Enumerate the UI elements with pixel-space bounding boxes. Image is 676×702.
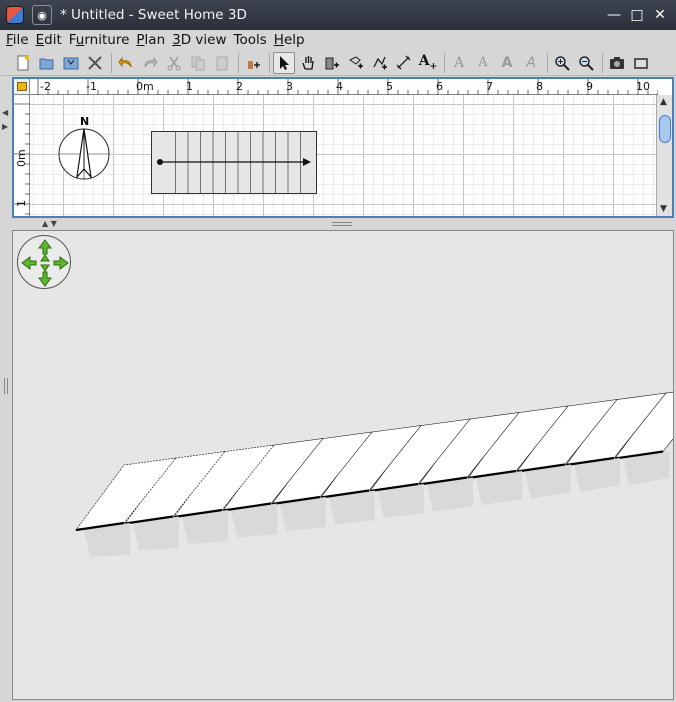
- toolbar-separator: [444, 52, 445, 73]
- ruler-label: 1: [15, 200, 28, 207]
- menu-tools[interactable]: Tools: [234, 32, 267, 48]
- pan-icon[interactable]: [297, 52, 319, 74]
- left-pane-collapse[interactable]: ◀ ▶: [2, 106, 8, 134]
- menu-file[interactable]: File: [6, 32, 29, 48]
- toolbar-separator: [238, 52, 239, 73]
- 3d-view[interactable]: [12, 230, 674, 700]
- menu-plan[interactable]: Plan: [136, 32, 165, 48]
- ruler-label: -1: [86, 80, 97, 93]
- cut-icon[interactable]: [163, 52, 185, 74]
- redo-icon[interactable]: [139, 52, 161, 74]
- window-title: * Untitled - Sweet Home 3D: [60, 7, 247, 23]
- ruler-label: 9: [586, 80, 593, 93]
- window-menu-icon[interactable]: ◉: [32, 5, 52, 25]
- ruler-label: 7: [486, 80, 493, 93]
- toolbar-separator: [602, 52, 603, 73]
- plan-view[interactable]: -2 -1 0m 1 2 3 4 5 6 7 8 9 10 0m 1 N ▲ ▼: [12, 77, 674, 218]
- open-icon[interactable]: [36, 52, 58, 74]
- title-bar: ◉ * Untitled - Sweet Home 3D — □ ✕: [0, 0, 676, 30]
- copy-icon[interactable]: [187, 52, 209, 74]
- plan-lock-button[interactable]: [14, 79, 30, 95]
- close-icon[interactable]: ✕: [650, 5, 670, 25]
- scroll-up-arrow[interactable]: ▲: [660, 97, 667, 107]
- zoom-out-icon[interactable]: [575, 52, 597, 74]
- select-icon[interactable]: [273, 51, 295, 74]
- menu-furniture[interactable]: Furniture: [69, 32, 130, 48]
- toolbar-separator: [111, 52, 112, 73]
- ruler-label: 2: [236, 80, 243, 93]
- undo-icon[interactable]: [115, 52, 137, 74]
- ruler-label: 1: [186, 80, 193, 93]
- ruler-label: 10: [636, 80, 650, 93]
- compass-rose[interactable]: N: [54, 115, 118, 185]
- scroll-down-arrow[interactable]: ▼: [660, 204, 667, 214]
- create-video-icon[interactable]: [630, 52, 652, 74]
- menu-bar: File Edit Furniture Plan 3D view Tools H…: [0, 30, 676, 49]
- add-furniture-icon[interactable]: [242, 52, 264, 74]
- ruler-label: -2: [40, 80, 51, 93]
- menu-help[interactable]: Help: [274, 32, 305, 48]
- ruler-label: 0m: [136, 80, 154, 93]
- create-polylines-icon[interactable]: [369, 52, 391, 74]
- menu-edit[interactable]: Edit: [36, 32, 62, 48]
- splitter-grip[interactable]: [332, 222, 352, 226]
- increase-text-icon[interactable]: A: [448, 52, 470, 74]
- toolbar-separator: [547, 52, 548, 73]
- save-icon[interactable]: [60, 52, 82, 74]
- horizontal-ruler: -2 -1 0m 1 2 3 4 5 6 7 8 9 10: [30, 79, 658, 95]
- minimize-icon[interactable]: —: [604, 5, 624, 25]
- vertical-ruler: 0m 1: [14, 95, 30, 216]
- paste-icon[interactable]: [211, 52, 233, 74]
- staircase-3d-render: [75, 391, 673, 557]
- create-dimensions-icon[interactable]: [393, 52, 415, 74]
- ruler-label: 0m: [15, 149, 28, 167]
- italic-text-icon[interactable]: A: [520, 52, 542, 74]
- toolbar: A+ A A A A: [0, 50, 676, 76]
- splitter-collapse-arrows[interactable]: ▲ ▼: [42, 219, 57, 228]
- horizontal-ruler-ticks: [37, 79, 658, 95]
- horizontal-splitter[interactable]: ▲ ▼: [12, 219, 674, 229]
- plan-grid[interactable]: N: [30, 95, 658, 216]
- zoom-in-icon[interactable]: [551, 52, 573, 74]
- bold-text-icon[interactable]: A: [496, 52, 518, 74]
- preferences-icon[interactable]: [84, 52, 106, 74]
- lock-icon: [17, 82, 27, 91]
- staircase-plan[interactable]: [151, 131, 319, 195]
- new-home-icon[interactable]: [12, 52, 34, 74]
- create-rooms-icon[interactable]: [345, 52, 367, 74]
- ruler-label: 4: [336, 80, 343, 93]
- ruler-label: 8: [536, 80, 543, 93]
- left-splitter-grip[interactable]: [4, 378, 8, 394]
- create-photo-icon[interactable]: [606, 52, 628, 74]
- toolbar-separator: [269, 52, 270, 73]
- sweet-home-3d-logo-icon: [6, 6, 24, 24]
- plan-vertical-scrollbar[interactable]: ▲ ▼: [656, 95, 672, 216]
- ruler-label: 3: [286, 80, 293, 93]
- add-text-icon[interactable]: A+: [417, 52, 439, 74]
- ruler-label: 6: [436, 80, 443, 93]
- compass-north-label: N: [80, 115, 89, 128]
- decrease-text-icon[interactable]: A: [472, 52, 494, 74]
- maximize-icon[interactable]: □: [627, 5, 647, 25]
- scrollbar-thumb[interactable]: [659, 115, 671, 143]
- create-walls-icon[interactable]: [321, 52, 343, 74]
- menu-3d-view[interactable]: 3D view: [172, 32, 226, 48]
- ruler-label: 5: [386, 80, 393, 93]
